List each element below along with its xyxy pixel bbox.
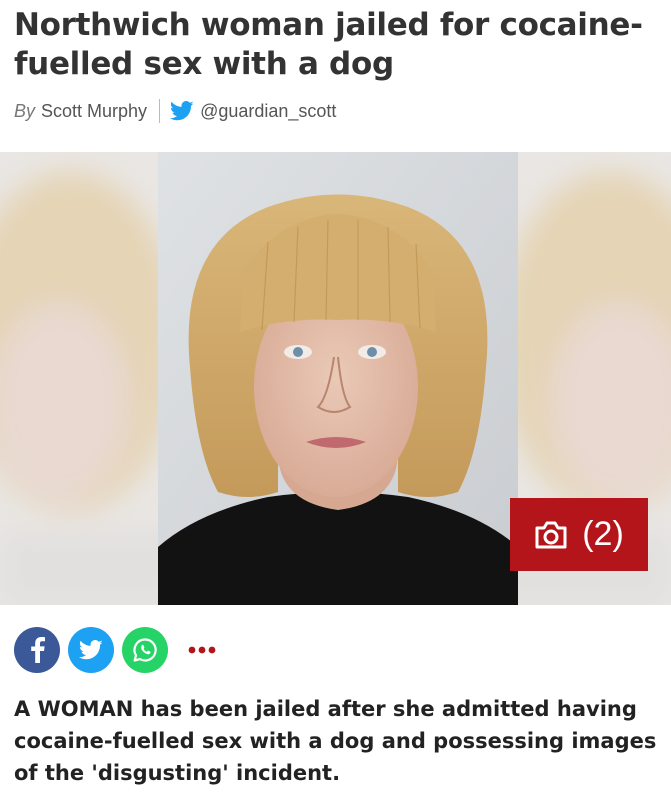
facebook-icon: [27, 637, 47, 663]
twitter-handle-link[interactable]: @guardian_scott: [200, 101, 336, 122]
more-dots-icon: [188, 641, 216, 659]
byline-prefix: By: [14, 100, 36, 121]
byline-divider: [159, 99, 161, 123]
byline: By Scott Murphy @guardian_scott: [14, 98, 336, 124]
more-share-button[interactable]: [182, 627, 222, 673]
author-link[interactable]: Scott Murphy: [41, 101, 147, 122]
twitter-icon: [169, 101, 194, 121]
gallery-button[interactable]: (2): [510, 498, 648, 571]
twitter-share-button[interactable]: [68, 627, 114, 673]
hero-image-area[interactable]: (2): [0, 152, 671, 605]
facebook-share-button[interactable]: [14, 627, 60, 673]
article-headline: Northwich woman jailed for cocaine-fuell…: [14, 7, 643, 82]
share-bar: [14, 627, 222, 673]
mugshot-photo[interactable]: [158, 152, 518, 605]
gallery-count: (2): [582, 515, 624, 553]
article-intro: A WOMAN has been jailed after she admitt…: [14, 697, 657, 785]
whatsapp-icon: [132, 637, 158, 663]
camera-icon: [534, 520, 568, 550]
twitter-share-icon: [79, 640, 103, 660]
whatsapp-share-button[interactable]: [122, 627, 168, 673]
